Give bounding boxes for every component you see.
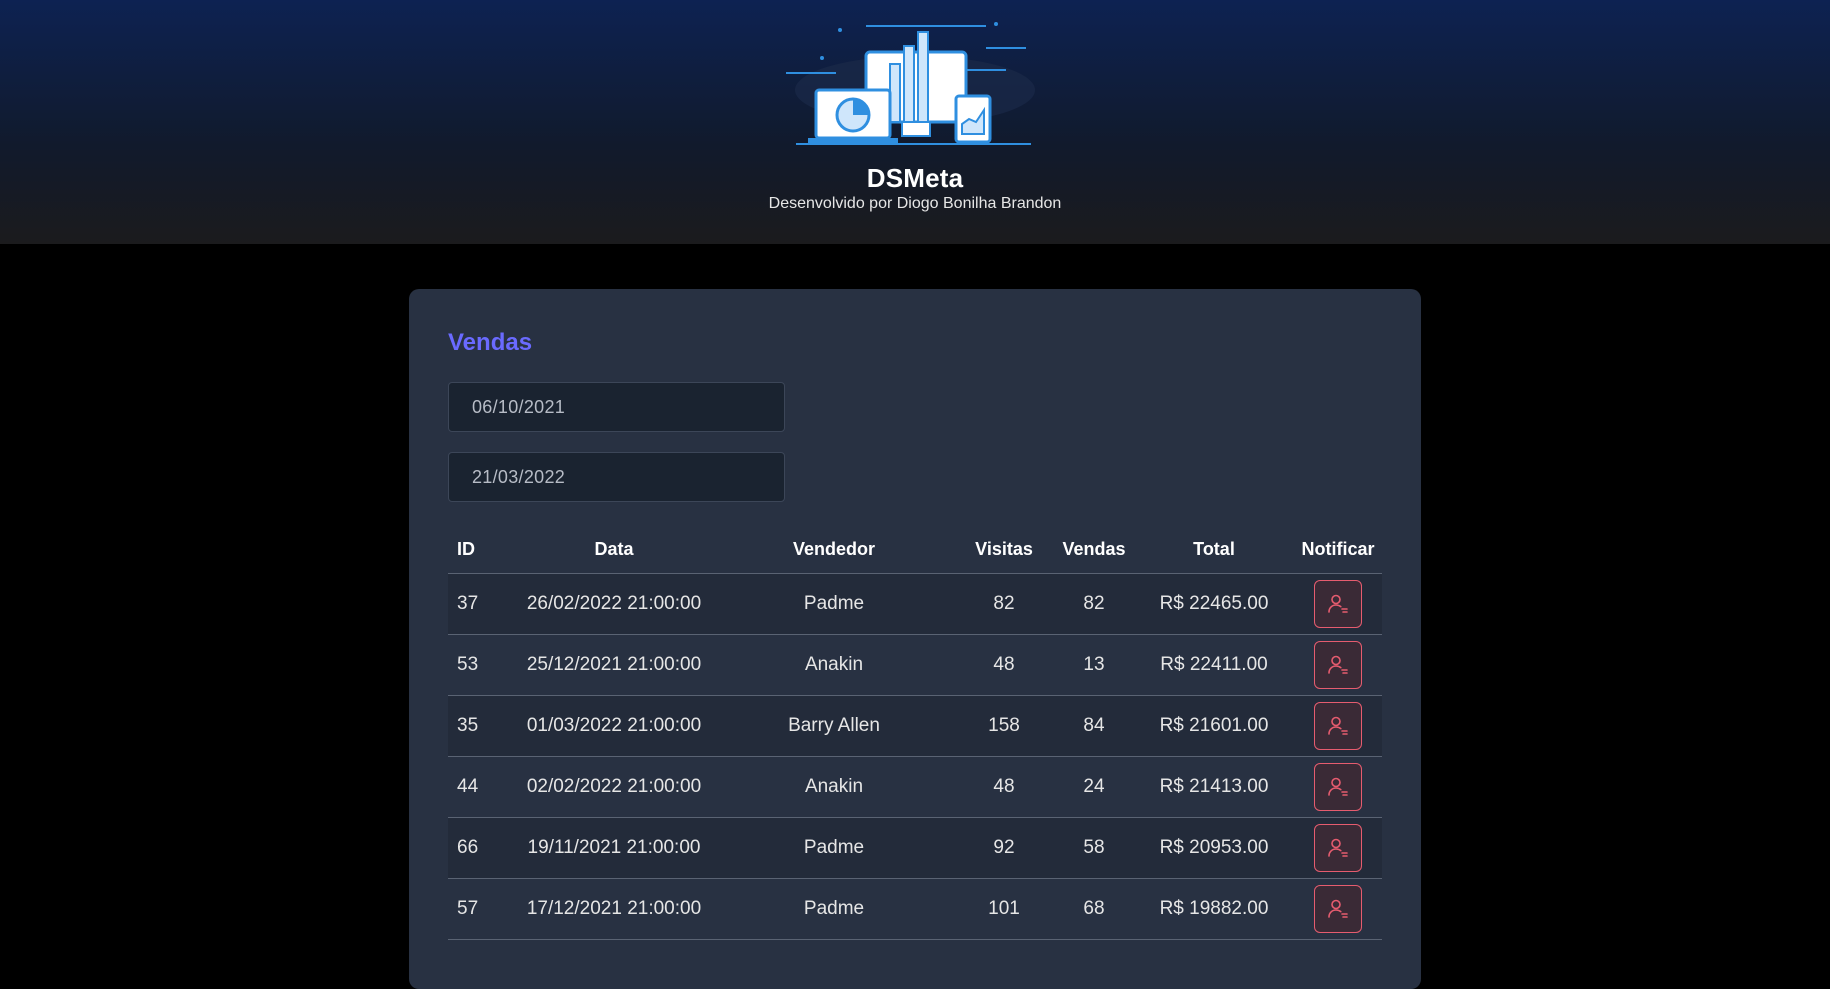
cell-date: 26/02/2022 21:00:00 xyxy=(526,593,702,614)
cell-notify xyxy=(1294,574,1382,635)
cell-date: 19/11/2021 21:00:00 xyxy=(527,837,701,858)
notify-button[interactable] xyxy=(1314,824,1362,872)
cell-deals: 13 xyxy=(1083,654,1105,675)
card-title: Vendas xyxy=(448,329,533,356)
table-row: 35 01/03/2022 21:00:00 Barry Allen 158 8… xyxy=(448,695,1382,757)
cell-id: 66 xyxy=(457,837,479,858)
column-header-seller: Vendedor xyxy=(792,538,876,559)
cell-deals: 82 xyxy=(1083,593,1105,614)
cell-total: R$ 22465.00 xyxy=(1159,593,1269,614)
column-header-date: Data xyxy=(594,538,634,559)
column-header-id: ID xyxy=(457,538,475,559)
min-date-input[interactable]: 06/10/2021 xyxy=(448,382,785,432)
cell-visits: 48 xyxy=(993,776,1015,797)
table-row: 37 26/02/2022 21:00:00 Padme 82 82 R$ 22… xyxy=(448,573,1382,635)
sales-card: Vendas 06/10/2021 21/03/2022 ID Data Ven… xyxy=(409,289,1421,989)
notify-button[interactable] xyxy=(1314,580,1362,628)
cell-seller: Barry Allen xyxy=(788,715,880,736)
cell-total: R$ 20953.00 xyxy=(1159,837,1269,858)
cell-total: R$ 19882.00 xyxy=(1159,898,1269,919)
cell-notify xyxy=(1294,635,1382,696)
cell-visits: 158 xyxy=(988,715,1020,736)
cell-id: 57 xyxy=(457,898,479,919)
user-notify-icon xyxy=(1328,594,1348,613)
cell-notify xyxy=(1294,818,1382,879)
user-notify-icon xyxy=(1328,655,1348,674)
table-row: 44 02/02/2022 21:00:00 Anakin 48 24 R$ 2… xyxy=(448,757,1382,818)
sales-table-wrapper: ID Data Vendedor Visitas Vendas Total No… xyxy=(448,525,1382,940)
cell-seller: Anakin xyxy=(804,776,864,797)
user-notify-icon xyxy=(1328,716,1348,735)
notify-button[interactable] xyxy=(1314,702,1362,750)
cell-date: 17/12/2021 21:00:00 xyxy=(526,898,702,919)
table-header-row: ID Data Vendedor Visitas Vendas Total No… xyxy=(448,525,1382,574)
cell-notify xyxy=(1294,757,1382,818)
notify-button[interactable] xyxy=(1314,641,1362,689)
cell-id: 35 xyxy=(457,715,479,736)
table-row: 53 25/12/2021 21:00:00 Anakin 48 13 R$ 2… xyxy=(448,635,1382,696)
table-row: 57 17/12/2021 21:00:00 Padme 101 68 R$ 1… xyxy=(448,879,1382,940)
cell-date: 25/12/2021 21:00:00 xyxy=(526,654,702,675)
cell-deals: 24 xyxy=(1083,776,1105,797)
cell-date: 02/02/2022 21:00:00 xyxy=(526,776,702,797)
column-header-notify: Notificar xyxy=(1301,538,1375,559)
cell-id: 44 xyxy=(457,776,479,797)
cell-total: R$ 21601.00 xyxy=(1159,715,1269,736)
notify-button[interactable] xyxy=(1314,763,1362,811)
notify-button[interactable] xyxy=(1314,885,1362,933)
cell-visits: 82 xyxy=(993,593,1015,614)
cell-deals: 84 xyxy=(1083,715,1105,736)
cell-total: R$ 22411.00 xyxy=(1160,654,1268,675)
cell-visits: 48 xyxy=(993,654,1015,675)
cell-deals: 68 xyxy=(1083,898,1105,919)
max-date-input[interactable]: 21/03/2022 xyxy=(448,452,785,502)
cell-deals: 58 xyxy=(1083,837,1105,858)
user-notify-icon xyxy=(1328,899,1348,918)
cell-notify xyxy=(1294,879,1382,940)
cell-seller: Anakin xyxy=(804,654,864,675)
app-title: DSMeta xyxy=(866,163,964,193)
app-subtitle: Desenvolvido por Diogo Bonilha Brandon xyxy=(768,195,1062,212)
cell-id: 37 xyxy=(457,593,479,614)
cell-id: 53 xyxy=(457,654,479,675)
app-header: DSMeta Desenvolvido por Diogo Bonilha Br… xyxy=(0,0,1830,244)
cell-date: 01/03/2022 21:00:00 xyxy=(526,715,702,736)
cell-notify xyxy=(1294,696,1382,757)
cell-seller: Padme xyxy=(803,898,865,919)
analytics-devices-illustration-icon xyxy=(786,22,1035,145)
cell-visits: 101 xyxy=(988,898,1020,919)
sales-table: ID Data Vendedor Visitas Vendas Total No… xyxy=(448,525,1382,940)
user-notify-icon xyxy=(1328,838,1348,857)
table-row: 66 19/11/2021 21:00:00 Padme 92 58 R$ 20… xyxy=(448,817,1382,879)
column-header-total: Total xyxy=(1193,538,1235,559)
cell-total: R$ 21413.00 xyxy=(1159,776,1269,797)
cell-seller: Padme xyxy=(803,837,865,858)
column-header-deals: Vendas xyxy=(1062,538,1126,559)
cell-seller: Padme xyxy=(803,593,865,614)
user-notify-icon xyxy=(1328,777,1348,796)
cell-visits: 92 xyxy=(993,837,1015,858)
column-header-visits: Visitas xyxy=(975,538,1033,559)
